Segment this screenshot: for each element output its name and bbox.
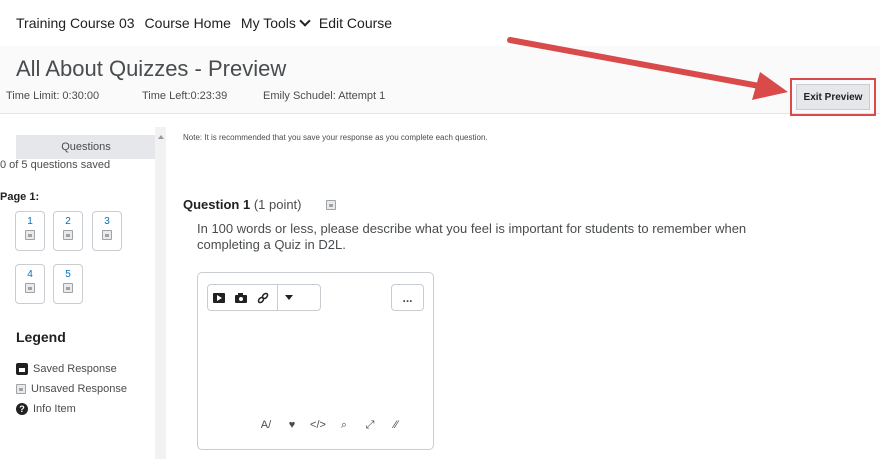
unsaved-icon	[25, 230, 35, 240]
editor-bottom-toolbar: A/ ♥ </> ⌕ ⤢ ⁄⁄	[253, 419, 409, 432]
top-nav: Training Course 03 Course Home My Tools …	[0, 0, 880, 46]
exit-preview-highlight: Exit Preview	[790, 78, 876, 116]
nav-my-tools-menu[interactable]: My Tools	[240, 15, 311, 31]
exit-preview-button[interactable]: Exit Preview	[796, 84, 870, 110]
save-note: Note: It is recommended that you save yo…	[183, 133, 488, 142]
unsaved-icon	[16, 384, 26, 394]
legend-unsaved: Unsaved Response	[16, 383, 127, 395]
legend-saved-label: Saved Response	[33, 363, 117, 375]
resize-handle-icon[interactable]: ⁄⁄	[383, 419, 409, 432]
question-nav-number: 5	[65, 269, 71, 280]
response-editor[interactable]: ... A/ ♥ </> ⌕ ⤢ ⁄⁄	[197, 272, 434, 450]
question-points: (1 point)	[253, 197, 302, 212]
legend-info-label: Info Item	[33, 403, 76, 415]
question-nav-4[interactable]: 4	[15, 264, 45, 304]
questions-tab[interactable]: Questions	[16, 135, 156, 159]
unsaved-icon	[63, 230, 73, 240]
insert-video-button[interactable]	[208, 285, 230, 310]
nav-course-home-link[interactable]: Course Home	[145, 15, 231, 31]
source-code-icon[interactable]: </>	[305, 419, 331, 432]
question-text: In 100 words or less, please describe wh…	[197, 221, 747, 252]
question-save-icon	[326, 200, 336, 210]
accessibility-checker-icon[interactable]: ♥	[279, 419, 305, 432]
question-nav-2[interactable]: 2	[53, 211, 83, 251]
preview-icon[interactable]: ⌕	[331, 419, 357, 432]
insert-dropdown-button[interactable]	[278, 285, 300, 310]
legend-saved: Saved Response	[16, 363, 117, 375]
question-nav-5[interactable]: 5	[53, 264, 83, 304]
saved-count: 0 of 5 questions saved	[0, 159, 111, 171]
attempt-info: Emily Schudel: Attempt 1	[263, 90, 386, 102]
preview-header: All About Quizzes - Preview Time Limit: …	[0, 46, 880, 114]
legend-info: ? Info Item	[16, 403, 76, 415]
question-nav-number: 1	[27, 216, 33, 227]
more-actions-button[interactable]: ...	[391, 284, 424, 311]
link-icon	[257, 292, 269, 303]
editor-toolbar	[207, 284, 321, 311]
info-icon: ?	[16, 403, 28, 415]
legend-title: Legend	[16, 329, 66, 345]
time-limit: Time Limit: 0:30:00	[6, 90, 100, 102]
insert-link-button[interactable]	[252, 285, 274, 310]
page-label: Page 1:	[0, 191, 40, 203]
spellcheck-icon[interactable]: A/	[253, 419, 279, 432]
nav-course-link[interactable]: Training Course 03	[16, 15, 135, 31]
scroll-up-icon[interactable]	[158, 135, 164, 139]
video-icon	[213, 292, 225, 303]
unsaved-icon	[63, 283, 73, 293]
sidebar-scrollbar[interactable]	[155, 127, 166, 459]
questions-sidebar: Questions 0 of 5 questions saved Page 1:…	[0, 127, 166, 459]
question-title: Question 1 (1 point)	[183, 197, 302, 212]
fullscreen-icon[interactable]: ⤢	[357, 419, 383, 432]
chevron-down-icon	[299, 15, 311, 27]
time-left: Time Left:0:23:39	[142, 90, 228, 102]
caret-down-icon	[285, 295, 293, 300]
question-nav-number: 3	[104, 216, 110, 227]
unsaved-icon	[102, 230, 112, 240]
question-nav-1[interactable]: 1	[15, 211, 45, 251]
legend-unsaved-label: Unsaved Response	[31, 383, 128, 395]
page-title: All About Quizzes - Preview	[16, 56, 287, 81]
unsaved-icon	[25, 283, 35, 293]
question-nav-3[interactable]: 3	[92, 211, 122, 251]
question-label: Question 1	[183, 197, 251, 212]
question-nav-number: 4	[27, 269, 33, 280]
insert-image-button[interactable]	[230, 285, 252, 310]
nav-my-tools-label: My Tools	[240, 15, 296, 31]
nav-edit-course-link[interactable]: Edit Course	[319, 15, 392, 31]
camera-icon	[235, 292, 247, 303]
question-nav-number: 2	[65, 216, 71, 227]
saved-icon	[16, 363, 28, 375]
